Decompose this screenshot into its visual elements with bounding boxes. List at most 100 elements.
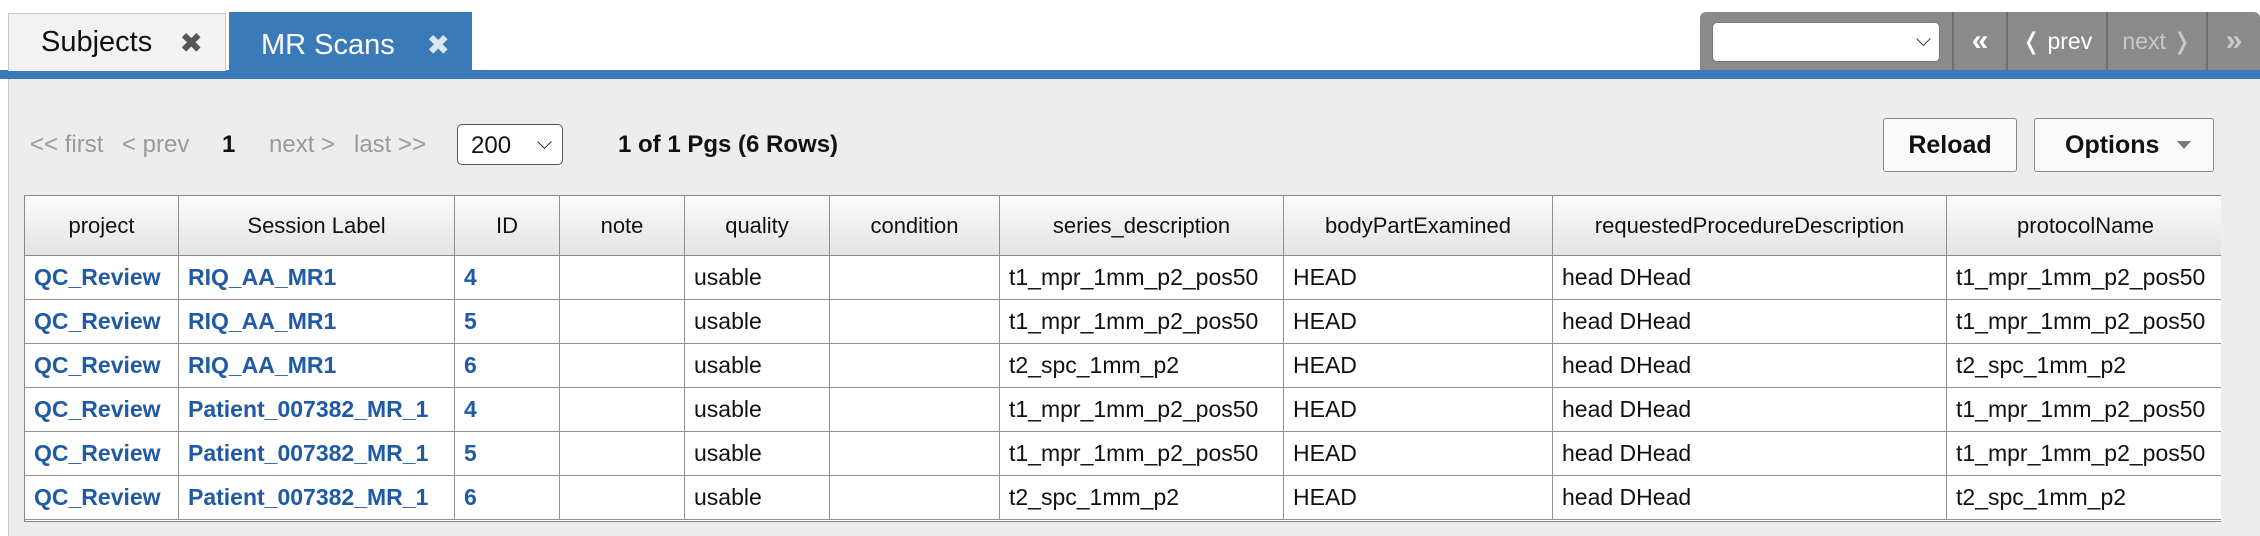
cell-link[interactable]: 4 (464, 396, 477, 423)
tab-label: Subjects (41, 26, 153, 58)
record-select[interactable]: ⌵ (1712, 22, 1940, 62)
cell-link[interactable]: 5 (464, 308, 477, 335)
column-header[interactable]: Session Label (179, 196, 455, 255)
cell-link[interactable]: 5 (464, 440, 477, 467)
cell-value: usable (694, 440, 762, 466)
cell-value: head DHead (1562, 264, 1692, 290)
table-cell: t2_spc_1mm_p2 (1947, 344, 2221, 387)
table-cell: 4 (455, 256, 560, 299)
cell-link[interactable]: QC_Review (34, 308, 161, 335)
column-header[interactable]: series_description (1000, 196, 1284, 255)
table-row[interactable]: QC_Review Patient_007382_MR_1 5 usable t1_mp… (25, 432, 2221, 476)
column-header[interactable]: requestedProcedureDescription (1553, 196, 1947, 255)
column-header[interactable]: ID (455, 196, 560, 255)
column-header[interactable]: bodyPartExamined (1284, 196, 1553, 255)
table-cell (830, 432, 1000, 475)
table-cell (560, 344, 685, 387)
table-cell: t2_spc_1mm_p2 (1000, 344, 1284, 387)
cell-link[interactable]: 6 (464, 352, 477, 379)
cell-value: head DHead (1562, 396, 1692, 422)
cell-value: t1_mpr_1mm_p2_pos50 (1956, 264, 2206, 290)
table-cell: usable (685, 300, 830, 343)
cell-value: t1_mpr_1mm_p2_pos50 (1956, 308, 2206, 334)
table-cell: HEAD (1284, 344, 1553, 387)
cell-value: HEAD (1293, 484, 1357, 510)
cell-link[interactable]: Patient_007382_MR_1 (188, 440, 428, 467)
tab-subjects[interactable]: Subjects ✖ (8, 13, 226, 71)
table-cell: HEAD (1284, 300, 1553, 343)
table-cell: usable (685, 476, 830, 519)
table-cell: t1_mpr_1mm_p2_pos50 (1000, 256, 1284, 299)
table-cell: 6 (455, 344, 560, 387)
column-header[interactable]: project (25, 196, 179, 255)
cell-link[interactable]: QC_Review (34, 396, 161, 423)
table-cell: HEAD (1284, 432, 1553, 475)
prev-record-button[interactable]: ❬ prev (2006, 12, 2106, 70)
table-cell: head DHead (1553, 256, 1947, 299)
column-header[interactable]: note (560, 196, 685, 255)
table-row[interactable]: QC_Review RIQ_AA_MR1 6 usable t2_spc_1mm_p2 H… (25, 344, 2221, 388)
close-icon[interactable]: ✖ (427, 29, 450, 62)
table-cell: head DHead (1553, 344, 1947, 387)
table-cell: Patient_007382_MR_1 (179, 432, 455, 475)
options-button[interactable]: Options (2034, 118, 2214, 172)
table-cell: t1_mpr_1mm_p2_pos50 (1000, 300, 1284, 343)
column-header[interactable]: quality (685, 196, 830, 255)
table-cell: 5 (455, 432, 560, 475)
cell-value: HEAD (1293, 352, 1357, 378)
caret-down-icon (2177, 141, 2191, 149)
cell-value: t1_mpr_1mm_p2_pos50 (1009, 396, 1259, 422)
chevron-down-icon: ⌵ (536, 132, 552, 154)
cell-link[interactable]: 6 (464, 484, 477, 511)
table-row[interactable]: QC_Review RIQ_AA_MR1 4 usable t1_mpr_1mm_p2_… (25, 256, 2221, 300)
cell-link[interactable]: QC_Review (34, 264, 161, 291)
reload-button[interactable]: Reload (1883, 118, 2017, 172)
tab-bar: Subjects ✖ MR Scans ✖ ⌵ « ❬ prev next ❭ … (0, 0, 2260, 80)
pager-next-link[interactable]: next > (269, 131, 335, 159)
cell-link[interactable]: Patient_007382_MR_1 (188, 396, 428, 423)
close-icon[interactable]: ✖ (180, 26, 203, 59)
table-row[interactable]: QC_Review Patient_007382_MR_1 6 usable t2_sp… (25, 476, 2221, 520)
cell-link[interactable]: QC_Review (34, 440, 161, 467)
table-cell: head DHead (1553, 432, 1947, 475)
table-row[interactable]: QC_Review Patient_007382_MR_1 4 usable t1_mp… (25, 388, 2221, 432)
table-cell: QC_Review (25, 432, 179, 475)
tab-mr-scans[interactable]: MR Scans ✖ (229, 12, 472, 78)
cell-link[interactable]: QC_Review (34, 352, 161, 379)
column-header[interactable]: condition (830, 196, 1000, 255)
cell-link[interactable]: RIQ_AA_MR1 (188, 264, 336, 291)
chevron-down-icon: ⌵ (1915, 29, 1931, 51)
table-row[interactable]: QC_Review RIQ_AA_MR1 5 usable t1_mpr_1mm_p2_… (25, 300, 2221, 344)
table-cell (560, 256, 685, 299)
cell-link[interactable]: 4 (464, 264, 477, 291)
next-record-button[interactable]: next ❭ (2106, 12, 2206, 70)
table-cell: t2_spc_1mm_p2 (1000, 476, 1284, 519)
table-cell: head DHead (1553, 300, 1947, 343)
cell-value: head DHead (1562, 352, 1692, 378)
table-cell: t1_mpr_1mm_p2_pos50 (1000, 388, 1284, 431)
cell-link[interactable]: RIQ_AA_MR1 (188, 308, 336, 335)
pager-first-link[interactable]: << first (30, 131, 103, 159)
table-cell (560, 476, 685, 519)
pager-last-link[interactable]: last >> (354, 131, 426, 159)
table-cell: 5 (455, 300, 560, 343)
table-cell: HEAD (1284, 476, 1553, 519)
table-cell: Patient_007382_MR_1 (179, 388, 455, 431)
last-record-button[interactable]: » (2206, 12, 2260, 70)
page-size-select[interactable]: 200 ⌵ (457, 124, 563, 165)
cell-value: t2_spc_1mm_p2 (1009, 484, 1180, 510)
pager-prev-link[interactable]: < prev (122, 131, 189, 159)
cell-value: usable (694, 308, 762, 334)
table-cell: t1_mpr_1mm_p2_pos50 (1000, 432, 1284, 475)
table-cell: usable (685, 344, 830, 387)
pager-current-page: 1 (222, 131, 236, 158)
column-header[interactable]: protocolName (1947, 196, 2221, 255)
cell-link[interactable]: Patient_007382_MR_1 (188, 484, 428, 511)
first-record-button[interactable]: « (1952, 12, 2006, 70)
cell-value: usable (694, 352, 762, 378)
cell-value: t1_mpr_1mm_p2_pos50 (1009, 308, 1259, 334)
cell-link[interactable]: RIQ_AA_MR1 (188, 352, 336, 379)
page-size-value: 200 (471, 132, 512, 159)
cell-link[interactable]: QC_Review (34, 484, 161, 511)
table-cell: QC_Review (25, 300, 179, 343)
